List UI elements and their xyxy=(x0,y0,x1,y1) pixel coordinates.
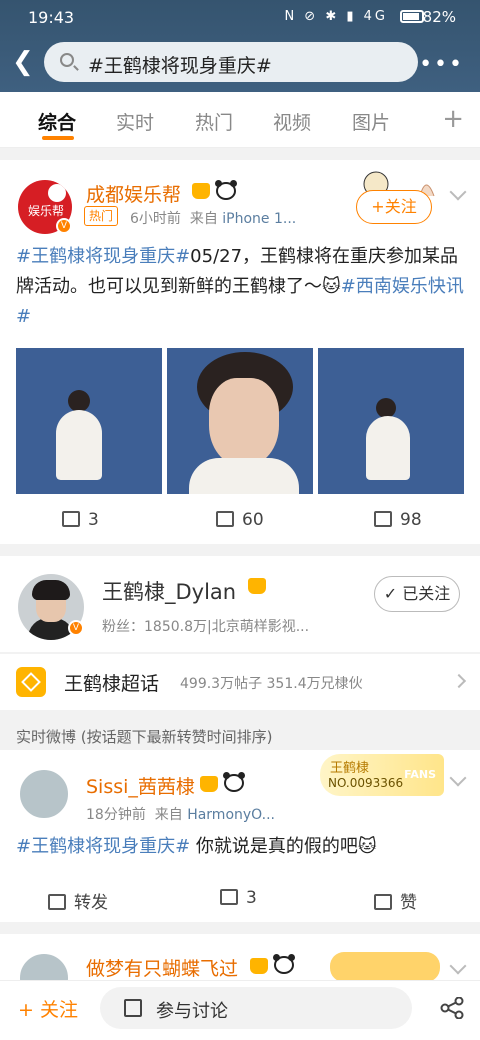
post-meta: 18分钟前 来自 HarmonyO... xyxy=(86,804,275,824)
super-topic-row[interactable]: 王鹤棣超话 499.3万帖子 351.4万兄棣伙 xyxy=(0,654,480,710)
chevron-down-icon[interactable] xyxy=(449,769,467,787)
vip-crown-icon xyxy=(192,183,210,199)
post-image[interactable] xyxy=(318,348,464,494)
post-image[interactable] xyxy=(167,348,313,494)
status-time: 19:43 xyxy=(28,8,75,27)
comment-icon xyxy=(216,511,234,527)
search-icon xyxy=(60,53,74,67)
more-icon[interactable]: ••• xyxy=(419,52,464,77)
decor-badge-icon xyxy=(330,952,440,980)
tab-indicator xyxy=(42,136,74,140)
tab-all[interactable]: 综合 xyxy=(38,108,76,135)
chevron-down-icon[interactable] xyxy=(449,957,467,975)
post-author[interactable]: 做梦有只蝴蝶飞过 xyxy=(86,954,238,980)
search-query: #王鹤棣将现身重庆# xyxy=(88,55,272,77)
fan-badge-title: 王鹤棣 xyxy=(330,761,370,776)
post-author[interactable]: Sissi_茜茜棣 xyxy=(86,772,195,799)
post-card: Sissi_茜茜棣 18分钟前 来自 HarmonyO... 王鹤棣 NO.00… xyxy=(0,750,480,922)
tab-bar: 综合 实时 热门 视频 图片 + xyxy=(0,92,480,148)
comment-icon xyxy=(220,889,238,905)
discuss-label: 参与讨论 xyxy=(156,1001,228,1022)
post-author[interactable]: 成都娱乐帮 xyxy=(86,180,181,207)
hashtag-link[interactable]: #王鹤棣将现身重庆# xyxy=(16,246,190,267)
post-actions: 3 60 98 xyxy=(0,496,480,544)
emoji-icon: 🐱 xyxy=(322,276,341,297)
post-text: #王鹤棣将现身重庆#05/27，王鹤棣将在重庆参加某品牌活动。也可以见到新鲜的王… xyxy=(16,242,464,332)
post-actions: 转发 3 赞 xyxy=(0,874,480,922)
like-button[interactable]: 98 xyxy=(374,510,422,530)
post-card: 做梦有只蝴蝶飞过 xyxy=(0,934,480,980)
bottom-follow-button[interactable]: + 关注 xyxy=(18,995,78,1022)
avatar[interactable] xyxy=(18,952,70,980)
panda-logo-icon xyxy=(48,184,66,202)
tab-video[interactable]: 视频 xyxy=(273,108,311,135)
fan-badge-label: FANS xyxy=(404,768,436,781)
status-icons: N ⊘ ✱ ▮ 4G xyxy=(284,9,388,24)
repost-button[interactable]: 3 xyxy=(62,510,99,530)
battery-percent: 82% xyxy=(422,8,456,26)
vip-crown-icon xyxy=(248,578,266,594)
repost-button[interactable]: 转发 xyxy=(48,888,108,913)
topic-name[interactable]: 王鹤棣超话 xyxy=(64,669,159,696)
thumbs-up-icon xyxy=(374,894,392,910)
chevron-right-icon xyxy=(451,673,467,689)
post-source[interactable]: HarmonyO... xyxy=(187,807,275,823)
post-image[interactable] xyxy=(16,348,162,494)
fan-badge: 王鹤棣 NO.0093366 FANS xyxy=(320,754,444,796)
tab-images[interactable]: 图片 xyxy=(352,108,390,135)
share-icon[interactable] xyxy=(440,997,464,1019)
top-header: 19:43 N ⊘ ✱ ▮ 4G 82% ❮ #王鹤棣将现身重庆# ••• xyxy=(0,0,480,92)
super-topic-icon xyxy=(16,667,46,697)
post-source[interactable]: iPhone 1... xyxy=(222,211,296,227)
like-button[interactable]: 赞 xyxy=(374,888,417,913)
fan-badge-number: NO.0093366 xyxy=(328,776,404,790)
hot-badge: 热门 xyxy=(84,206,119,226)
repost-icon xyxy=(48,894,66,910)
repost-icon xyxy=(62,511,80,527)
chevron-down-icon[interactable] xyxy=(449,183,467,201)
section-label: 实时微博 (按话题下最新转赞时间排序) xyxy=(16,728,273,746)
back-icon[interactable]: ❮ xyxy=(12,49,34,75)
profile-name[interactable]: 王鹤棣_Dylan xyxy=(102,576,236,606)
bottom-bar: + 关注 参与讨论 xyxy=(0,980,480,1040)
post-text: #王鹤棣将现身重庆# 你就说是真的假的吧🐱 xyxy=(16,832,464,862)
tab-hot[interactable]: 热门 xyxy=(195,108,233,135)
panda-icon xyxy=(273,954,295,974)
discuss-button[interactable]: 参与讨论 xyxy=(100,987,412,1029)
vip-crown-icon xyxy=(200,776,218,792)
follow-button[interactable]: +关注 xyxy=(356,190,432,224)
emoji-icon: 🐱 xyxy=(357,836,377,857)
post-time: 18分钟前 xyxy=(86,807,146,823)
profile-fans: 粉丝：1850.8万|北京萌样影视... xyxy=(102,619,310,635)
avatar[interactable] xyxy=(18,768,70,820)
battery-icon xyxy=(400,10,424,23)
hashtag-link[interactable]: #王鹤棣将现身重庆# xyxy=(16,836,190,857)
verified-icon: V xyxy=(68,620,84,636)
following-button[interactable]: ✓ 已关注 xyxy=(374,576,460,612)
thumbs-up-icon xyxy=(374,511,392,527)
vip-crown-icon xyxy=(250,958,268,974)
tab-realtime[interactable]: 实时 xyxy=(116,108,154,135)
user-card[interactable]: V 王鹤棣_Dylan 粉丝：1850.8万|北京萌样影视... ✓ 已关注 xyxy=(0,556,480,652)
search-bar[interactable]: #王鹤棣将现身重庆# xyxy=(44,42,418,82)
status-bar: 19:43 N ⊘ ✱ ▮ 4G 82% xyxy=(0,0,480,36)
verified-icon: V xyxy=(56,218,72,234)
add-tab-icon[interactable]: + xyxy=(442,104,464,134)
post-card: 娱乐帮 V 成都娱乐帮 热门 6小时前 来自 iPhone 1... +关注 #… xyxy=(0,160,480,544)
source-prefix: 来自 xyxy=(154,807,183,823)
topic-stats: 499.3万帖子 351.4万兄棣伙 xyxy=(180,676,363,692)
source-prefix: 来自 xyxy=(189,211,218,227)
comment-button[interactable]: 3 xyxy=(220,888,257,908)
edit-icon xyxy=(124,999,142,1017)
panda-icon xyxy=(215,180,237,200)
post-body: 你就说是真的假的吧 xyxy=(190,836,358,857)
comment-button[interactable]: 60 xyxy=(216,510,264,530)
avatar-text: 娱乐帮 xyxy=(28,204,65,218)
post-time: 6小时前 xyxy=(130,211,181,227)
post-meta: 6小时前 来自 iPhone 1... xyxy=(130,208,296,228)
panda-icon xyxy=(223,772,245,792)
